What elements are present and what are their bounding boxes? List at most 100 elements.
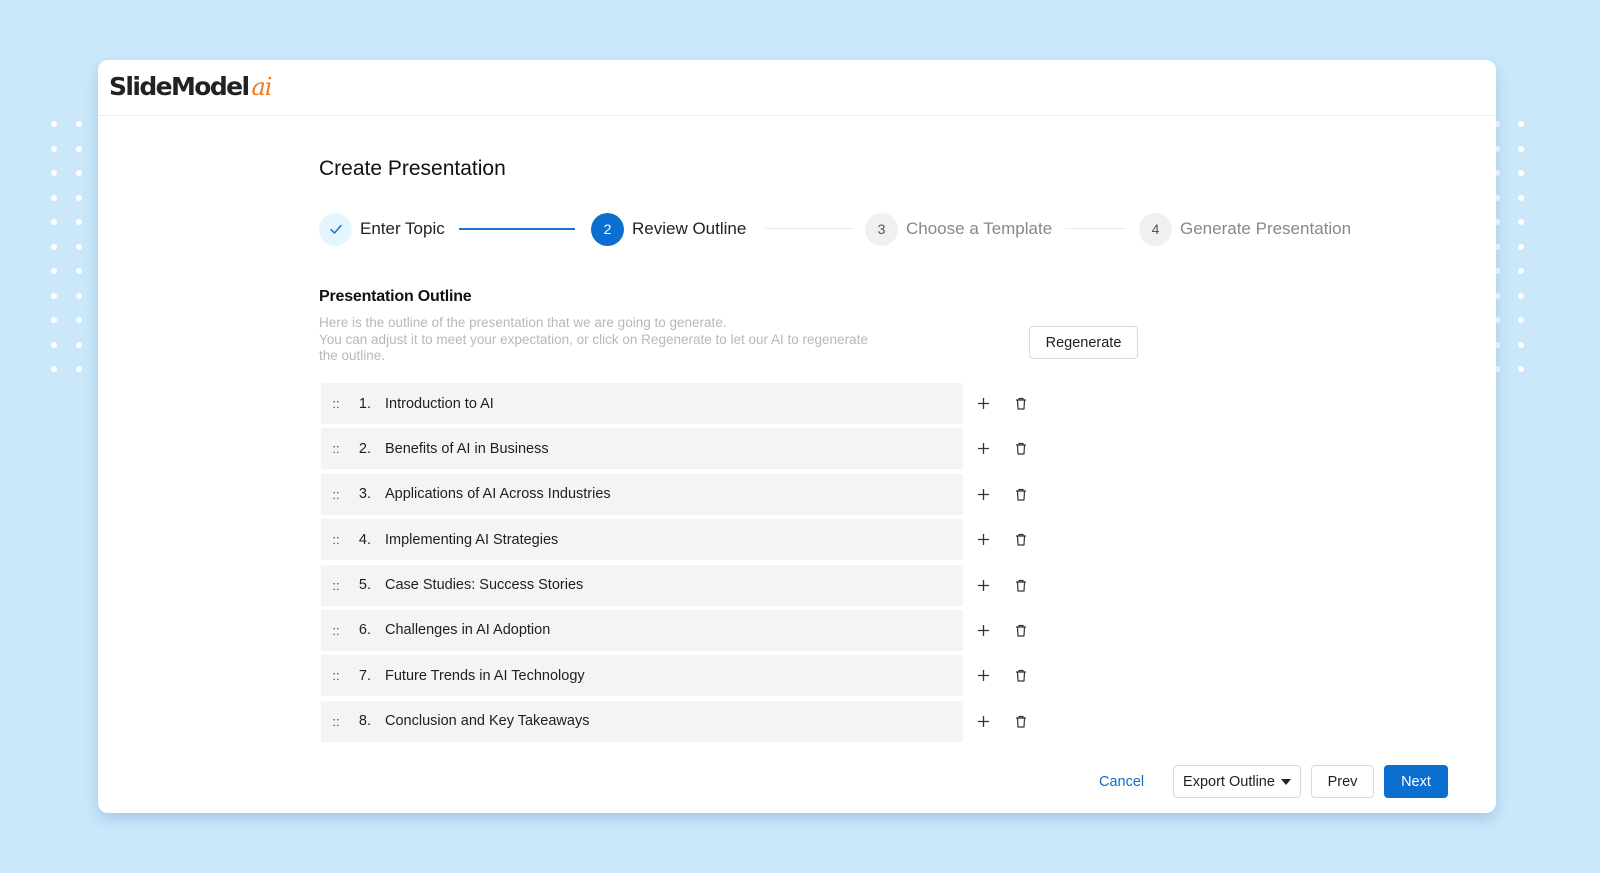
plus-icon[interactable] bbox=[973, 530, 993, 550]
outline-item-title[interactable]: Conclusion and Key Takeaways bbox=[385, 713, 589, 729]
drag-handle-icon[interactable]: :: bbox=[321, 578, 349, 593]
decorative-dot bbox=[75, 292, 82, 299]
outline-item[interactable]: :: 7. Future Trends in AI Technology bbox=[321, 655, 1026, 697]
drag-handle-icon[interactable]: :: bbox=[321, 623, 349, 638]
page-title: Create Presentation bbox=[319, 157, 506, 180]
outline-item-number: 2. bbox=[358, 440, 371, 457]
prev-button[interactable]: Prev bbox=[1311, 765, 1374, 798]
decorative-dot bbox=[51, 145, 57, 152]
decorative-dot bbox=[51, 317, 57, 323]
decorative-dot bbox=[1518, 145, 1524, 152]
decorative-dot bbox=[1518, 243, 1524, 250]
plus-icon[interactable] bbox=[973, 666, 993, 686]
plus-icon[interactable] bbox=[973, 484, 993, 504]
outline-item-title[interactable]: Benefits of AI in Business bbox=[385, 441, 549, 457]
step-1-label: Enter Topic bbox=[360, 219, 445, 238]
decorative-dot bbox=[51, 341, 57, 348]
trash-icon[interactable] bbox=[1011, 711, 1031, 731]
outline-item-title[interactable]: Implementing AI Strategies bbox=[385, 532, 558, 548]
outline-item[interactable]: :: 1. Introduction to AI bbox=[321, 383, 1026, 424]
cancel-button[interactable]: Cancel bbox=[1099, 765, 1144, 799]
step-enter-topic[interactable]: Enter Topic bbox=[319, 212, 445, 246]
trash-icon[interactable] bbox=[1011, 620, 1031, 640]
decorative-dot bbox=[75, 121, 82, 127]
regenerate-button[interactable]: Regenerate bbox=[1029, 326, 1138, 359]
decorative-dot bbox=[1518, 121, 1524, 127]
outline-item[interactable]: :: 3. Applications of AI Across Industri… bbox=[321, 473, 1026, 515]
decorative-dot bbox=[1518, 268, 1524, 274]
outline-item-actions bbox=[973, 474, 1031, 515]
step-connector-2 bbox=[764, 228, 854, 229]
decorative-dot bbox=[1518, 292, 1524, 299]
drag-handle-icon[interactable]: :: bbox=[321, 714, 349, 729]
trash-icon[interactable] bbox=[1011, 439, 1031, 459]
step-4-label: Generate Presentation bbox=[1180, 219, 1352, 238]
drag-handle-icon[interactable]: :: bbox=[321, 396, 349, 411]
outline-item[interactable]: :: 8. Conclusion and Key Takeaways bbox=[321, 700, 1026, 742]
outline-item-number: 5. bbox=[358, 577, 371, 594]
outline-description: Here is the outline of the presentation … bbox=[319, 315, 879, 365]
decorative-dot bbox=[75, 268, 82, 274]
step-3-label: Choose a Template bbox=[906, 219, 1053, 238]
decorative-dot bbox=[75, 366, 82, 372]
trash-icon[interactable] bbox=[1011, 666, 1031, 686]
drag-handle-icon[interactable]: :: bbox=[321, 668, 349, 683]
decorative-dot bbox=[1518, 341, 1524, 348]
trash-icon[interactable] bbox=[1011, 530, 1031, 550]
decorative-dot bbox=[1518, 317, 1524, 323]
plus-icon[interactable] bbox=[973, 394, 993, 414]
outline-item[interactable]: :: 6. Challenges in AI Adoption bbox=[321, 609, 1026, 651]
outline-item-title[interactable]: Case Studies: Success Stories bbox=[385, 577, 583, 593]
outline-section-title: Presentation Outline bbox=[319, 288, 472, 305]
plus-icon[interactable] bbox=[973, 575, 993, 595]
logo[interactable]: SlideModel ai bbox=[109, 72, 272, 101]
decorative-dot bbox=[75, 170, 82, 176]
outline-item[interactable]: :: 4. Implementing AI Strategies bbox=[321, 519, 1026, 561]
decorative-dots-left bbox=[51, 121, 82, 372]
check-icon bbox=[329, 224, 342, 234]
drag-handle-icon[interactable]: :: bbox=[321, 441, 349, 456]
outline-item-title[interactable]: Applications of AI Across Industries bbox=[385, 486, 611, 502]
outline-item[interactable]: :: 2. Benefits of AI in Business bbox=[321, 428, 1026, 470]
decorative-dot bbox=[51, 366, 57, 372]
outline-item-title[interactable]: Future Trends in AI Technology bbox=[385, 668, 585, 684]
plus-icon[interactable] bbox=[973, 620, 993, 640]
outline-item-actions bbox=[973, 565, 1031, 606]
step-review-outline[interactable]: 2 Review Outline bbox=[591, 212, 746, 246]
decorative-dot bbox=[75, 243, 82, 250]
decorative-dot bbox=[51, 292, 57, 299]
decorative-dot bbox=[75, 219, 82, 225]
outline-item-number: 4. bbox=[358, 531, 371, 548]
outline-description-line-1: Here is the outline of the presentation … bbox=[319, 315, 727, 330]
plus-icon[interactable] bbox=[973, 711, 993, 731]
outline-item-title[interactable]: Challenges in AI Adoption bbox=[385, 622, 550, 638]
decorative-dot bbox=[1518, 366, 1524, 372]
outline-item-actions bbox=[973, 519, 1031, 560]
step-generate-presentation[interactable]: 4 Generate Presentation bbox=[1139, 212, 1351, 246]
trash-icon[interactable] bbox=[1011, 394, 1031, 414]
decorative-dot bbox=[51, 194, 57, 201]
step-3-circle: 3 bbox=[865, 212, 898, 246]
plus-icon[interactable] bbox=[973, 439, 993, 459]
step-2-label: Review Outline bbox=[632, 219, 747, 238]
decorative-dot bbox=[1518, 219, 1524, 225]
outline-item-actions bbox=[973, 383, 1031, 424]
app-header: SlideModel ai bbox=[98, 60, 1496, 116]
step-1-circle bbox=[319, 212, 352, 246]
step-choose-template[interactable]: 3 Choose a Template bbox=[865, 212, 1052, 246]
footer-actions: Cancel Export Outline Prev Next bbox=[319, 765, 1448, 799]
drag-handle-icon[interactable]: :: bbox=[321, 532, 349, 547]
decorative-dot bbox=[51, 219, 57, 225]
decorative-dot bbox=[51, 268, 57, 274]
export-outline-dropdown[interactable]: Export Outline bbox=[1173, 765, 1301, 798]
main-card: SlideModel ai Create Presentation Enter … bbox=[98, 60, 1496, 813]
decorative-dot bbox=[51, 121, 57, 127]
step-4-circle: 4 bbox=[1139, 212, 1172, 246]
drag-handle-icon[interactable]: :: bbox=[321, 487, 349, 502]
outline-item[interactable]: :: 5. Case Studies: Success Stories bbox=[321, 564, 1026, 606]
outline-item-title[interactable]: Introduction to AI bbox=[385, 396, 494, 412]
trash-icon[interactable] bbox=[1011, 484, 1031, 504]
trash-icon[interactable] bbox=[1011, 575, 1031, 595]
step-2-circle: 2 bbox=[591, 212, 624, 246]
next-button[interactable]: Next bbox=[1384, 765, 1448, 798]
